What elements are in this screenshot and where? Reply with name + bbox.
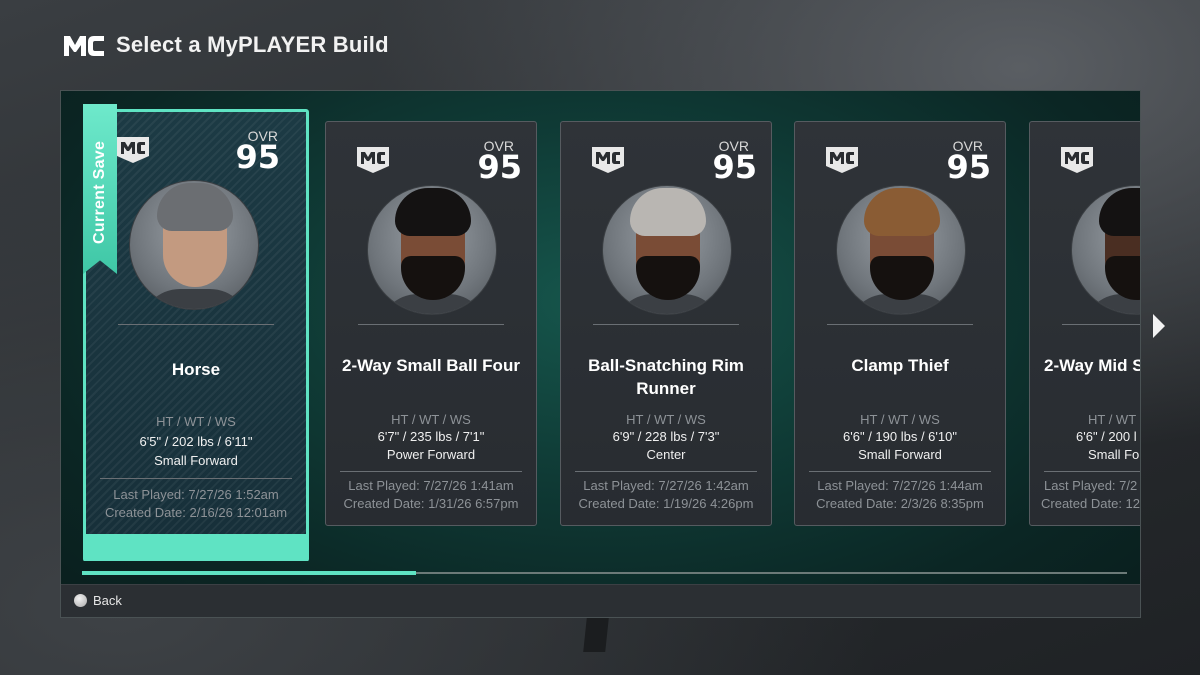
created-date: Created Date: 2/3/26 8:35pm (816, 496, 984, 511)
measure-value: 6'6" / 200 l (1076, 429, 1137, 444)
card-divider (1062, 324, 1140, 325)
mc-badge-icon (1060, 146, 1094, 173)
card-divider (340, 471, 522, 472)
mc-badge-icon (825, 146, 859, 173)
card-divider (358, 324, 504, 325)
cards-viewport: OVR 95 Horse HT / WT / WS 6'5" / 202 lbs… (61, 91, 1141, 561)
ovr-value: 95 (477, 148, 522, 186)
player-position: Small Forward (858, 447, 942, 462)
created-date: Created Date: 1/19/26 4:26pm (578, 496, 754, 511)
avatar-hair (395, 188, 471, 236)
avatar-hair (630, 188, 706, 236)
build-name: Horse (171, 360, 221, 379)
avatar-hair (1099, 188, 1140, 236)
last-played: Last Played: 7/27/26 1:42am (583, 478, 749, 493)
player-avatar (129, 180, 259, 310)
build-card[interactable]: OVR 95 2-Way Small Ball Four HT / WT / W… (325, 121, 537, 526)
page-title: Select a MyPLAYER Build (116, 32, 389, 57)
build-card-selected[interactable]: OVR 95 Horse HT / WT / WS 6'5" / 202 lbs… (83, 104, 309, 561)
card-divider (1044, 471, 1140, 472)
player-position: Power Forward (386, 447, 476, 462)
carousel-scrollbar-thumb[interactable] (82, 571, 417, 575)
build-carousel-panel: OVR 95 Horse HT / WT / WS 6'5" / 202 lbs… (60, 90, 1141, 618)
created-date: Created Date: 1/31/26 6:57pm (343, 496, 519, 511)
player-avatar (1071, 185, 1140, 315)
card-divider (575, 471, 757, 472)
measure-label: HT / WT / WS (391, 412, 471, 427)
card-divider (827, 324, 973, 325)
back-label: Back (93, 593, 122, 608)
ovr-value: 95 (946, 148, 991, 186)
player-position: Small Forward (154, 453, 238, 468)
measure-value: 6'9" / 228 lbs / 7'3" (612, 429, 720, 444)
card-divider (593, 324, 739, 325)
circle-button-icon (74, 594, 87, 607)
build-card[interactable]: OVR 95 Clamp Thief HT / WT / WS 6'6" / 1… (794, 121, 1006, 526)
player-position: Small Fo (1088, 447, 1140, 462)
player-position: Center (646, 447, 686, 462)
avatar-hair (864, 188, 940, 236)
build-name: 2-Way Small Ball Four (342, 356, 520, 375)
build-card[interactable]: 2-Way Mid Scor HT / WT 6'6" / 200 l Smal… (1029, 121, 1141, 526)
mc-badge-icon (591, 146, 625, 173)
created-date: Created Date: 12/ (1041, 496, 1141, 511)
measure-value: 6'6" / 190 lbs / 6'10" (843, 429, 957, 444)
card-divider (809, 471, 991, 472)
current-save-ribbon: Current Save (83, 104, 117, 274)
created-date: Created Date: 2/16/26 12:01am (104, 505, 288, 520)
card-divider (100, 478, 292, 479)
measure-value: 6'7" / 235 lbs / 7'1" (377, 429, 485, 444)
last-played: Last Played: 7/27/26 1:41am (348, 478, 514, 493)
carousel-scrollbar[interactable] (82, 571, 1127, 575)
current-save-label: Current Save (91, 140, 108, 244)
measure-label: HT / WT / WS (626, 412, 706, 427)
card-divider (118, 324, 274, 325)
last-played: Last Played: 7/2 (1044, 478, 1138, 493)
next-arrow-icon[interactable] (1153, 314, 1165, 338)
ovr-value: 95 (712, 148, 757, 186)
footer-bar: Back (61, 584, 1140, 617)
build-name: Clamp Thief (851, 356, 949, 375)
build-card[interactable]: OVR 95 Ball-Snatching Rim Runner HT / WT… (560, 121, 772, 526)
page-header: Select a MyPLAYER Build (62, 28, 389, 62)
avatar-hair (157, 183, 233, 231)
mycareer-logo-icon (62, 31, 106, 59)
measure-label: HT / WT / WS (156, 414, 236, 429)
build-name: 2-Way Mid Scor (1044, 356, 1140, 375)
ovr-value: 95 (235, 138, 280, 176)
mc-badge-icon (356, 146, 390, 173)
mc-badge-icon (116, 136, 150, 163)
measure-label: HT / WT (1088, 412, 1137, 427)
measure-label: HT / WT / WS (860, 412, 940, 427)
player-avatar (836, 185, 966, 315)
player-avatar (367, 185, 497, 315)
last-played: Last Played: 7/27/26 1:44am (817, 478, 983, 493)
player-avatar (602, 185, 732, 315)
measure-value: 6'5" / 202 lbs / 6'11" (139, 434, 253, 449)
tv-stand (583, 618, 609, 652)
last-played: Last Played: 7/27/26 1:52am (113, 487, 279, 502)
build-name: Ball-Snatching Rim Runner (588, 356, 744, 398)
back-button[interactable]: Back (74, 593, 122, 608)
